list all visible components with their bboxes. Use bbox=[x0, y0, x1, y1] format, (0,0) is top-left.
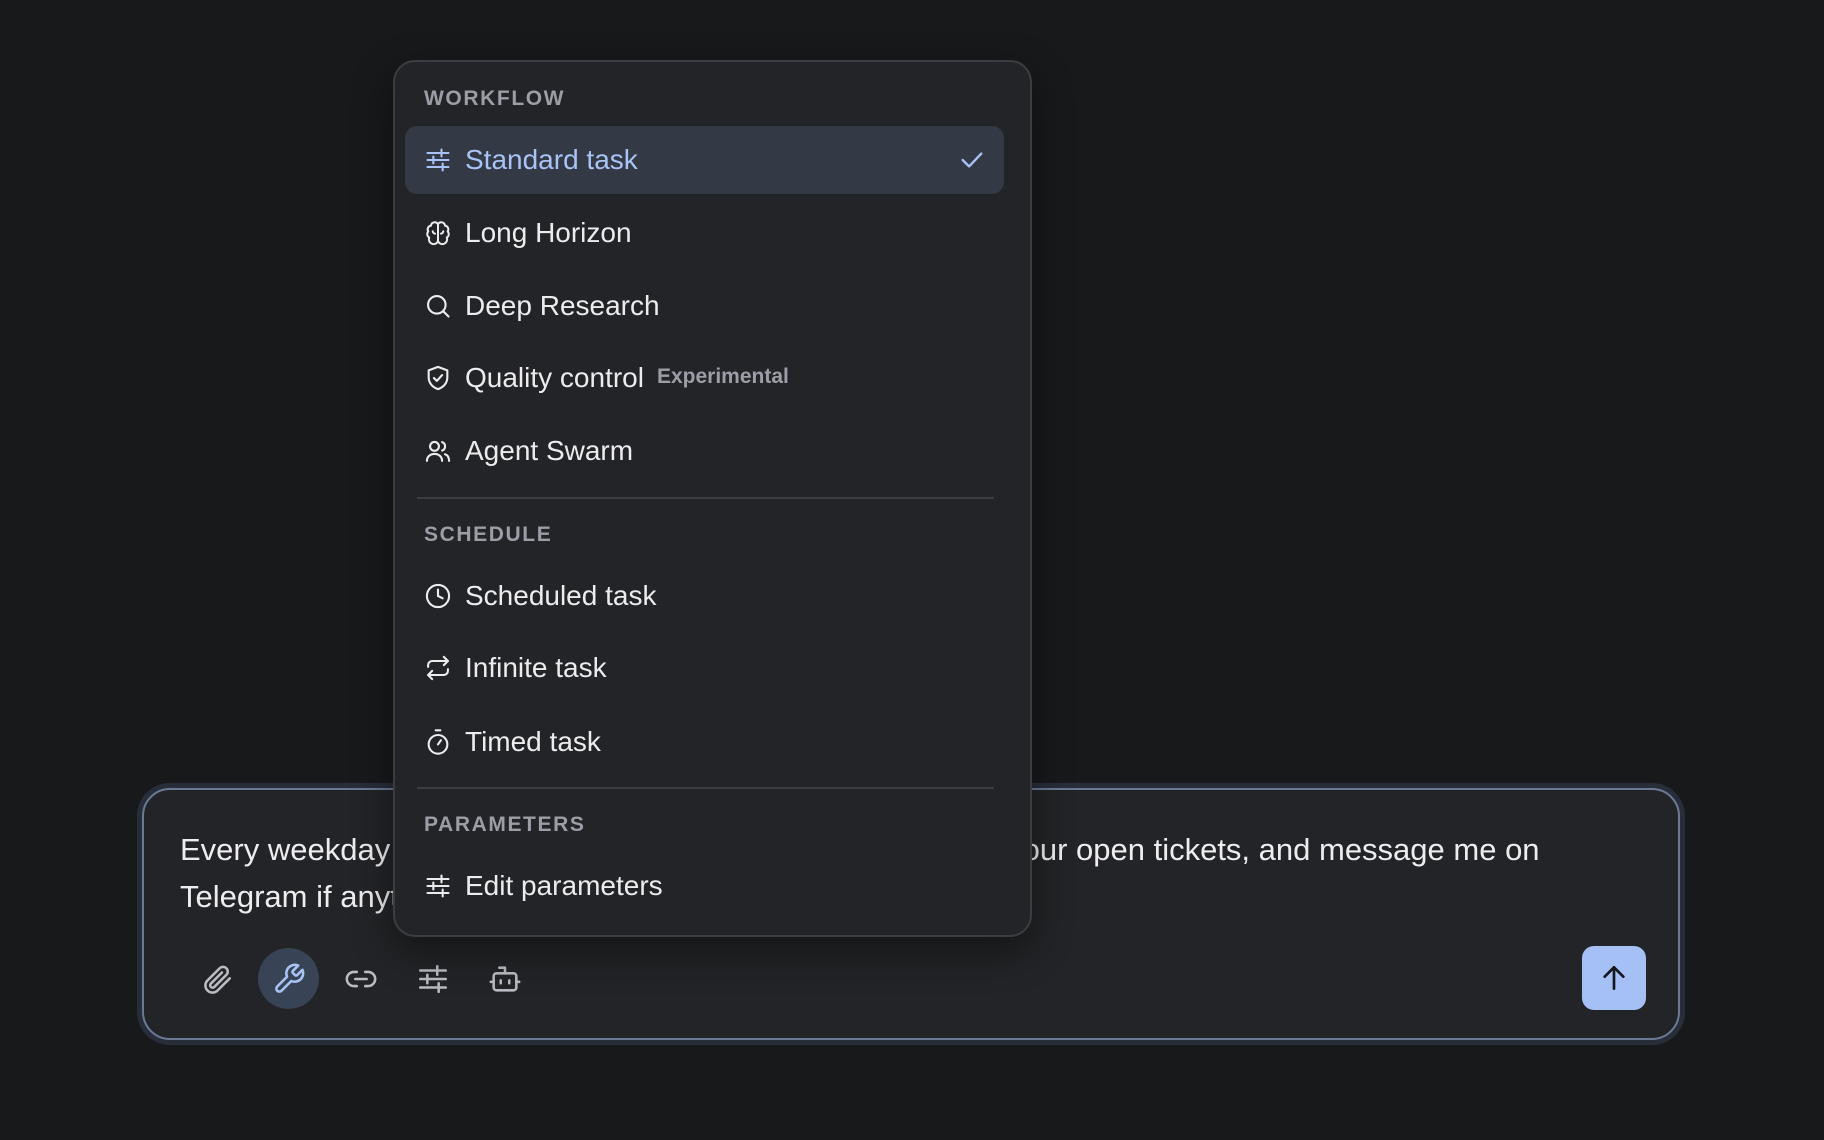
timer-icon bbox=[424, 728, 452, 756]
menu-item-scheduled-task[interactable]: Scheduled task bbox=[405, 562, 1004, 630]
menu-item-deep-research[interactable]: Deep Research bbox=[405, 272, 1004, 340]
shield-check-icon bbox=[424, 364, 452, 392]
menu-item-label: Infinite task bbox=[465, 652, 607, 683]
brain-icon bbox=[424, 219, 452, 247]
tools-button[interactable] bbox=[258, 948, 319, 1009]
agent-button[interactable] bbox=[474, 948, 535, 1009]
sliders-icon bbox=[418, 964, 447, 993]
sliders-icon bbox=[424, 146, 452, 174]
menu-divider bbox=[417, 787, 994, 789]
send-button[interactable] bbox=[1582, 946, 1646, 1010]
menu-item-quality-control[interactable]: Quality control Experimental bbox=[405, 344, 1004, 412]
menu-item-standard-task[interactable]: Standard task bbox=[405, 126, 1004, 194]
section-label-workflow: WORKFLOW bbox=[424, 87, 566, 110]
workflow-menu: WORKFLOW Standard task Long Horizon Deep… bbox=[393, 60, 1032, 937]
arrow-up-icon bbox=[1603, 966, 1625, 990]
wrench-icon bbox=[274, 963, 304, 993]
search-icon bbox=[424, 292, 452, 320]
menu-item-agent-swarm[interactable]: Agent Swarm bbox=[405, 417, 1004, 485]
repeat-icon bbox=[424, 654, 452, 682]
users-icon bbox=[424, 437, 452, 465]
workflow-settings-button[interactable] bbox=[402, 948, 463, 1009]
paperclip-icon bbox=[203, 965, 231, 994]
sliders-icon bbox=[424, 872, 452, 900]
menu-item-infinite-task[interactable]: Infinite task bbox=[405, 634, 1004, 702]
menu-item-timed-task[interactable]: Timed task bbox=[405, 708, 1004, 776]
robot-icon bbox=[489, 965, 520, 992]
link-icon bbox=[345, 970, 376, 987]
menu-item-label: Deep Research bbox=[465, 290, 660, 321]
menu-item-label: Edit parameters bbox=[465, 870, 663, 901]
link-button[interactable] bbox=[330, 948, 391, 1009]
attach-button[interactable] bbox=[186, 948, 247, 1009]
menu-item-label: Quality control bbox=[465, 362, 644, 393]
section-label-schedule: SCHEDULE bbox=[424, 523, 553, 546]
composer-toolbar bbox=[186, 948, 535, 1009]
menu-divider bbox=[417, 497, 994, 499]
menu-item-edit-parameters[interactable]: Edit parameters bbox=[405, 852, 1004, 920]
menu-item-label: Timed task bbox=[465, 726, 601, 757]
experimental-badge: Experimental bbox=[656, 365, 789, 388]
menu-item-label: Long Horizon bbox=[465, 217, 632, 248]
clock-icon bbox=[424, 582, 452, 610]
menu-item-long-horizon[interactable]: Long Horizon bbox=[405, 199, 1004, 267]
menu-item-label: Scheduled task bbox=[465, 580, 657, 611]
section-label-parameters: PARAMETERS bbox=[424, 813, 586, 836]
menu-item-label: Agent Swarm bbox=[465, 435, 634, 466]
check-icon bbox=[961, 152, 983, 168]
menu-item-label: Standard task bbox=[465, 144, 638, 175]
